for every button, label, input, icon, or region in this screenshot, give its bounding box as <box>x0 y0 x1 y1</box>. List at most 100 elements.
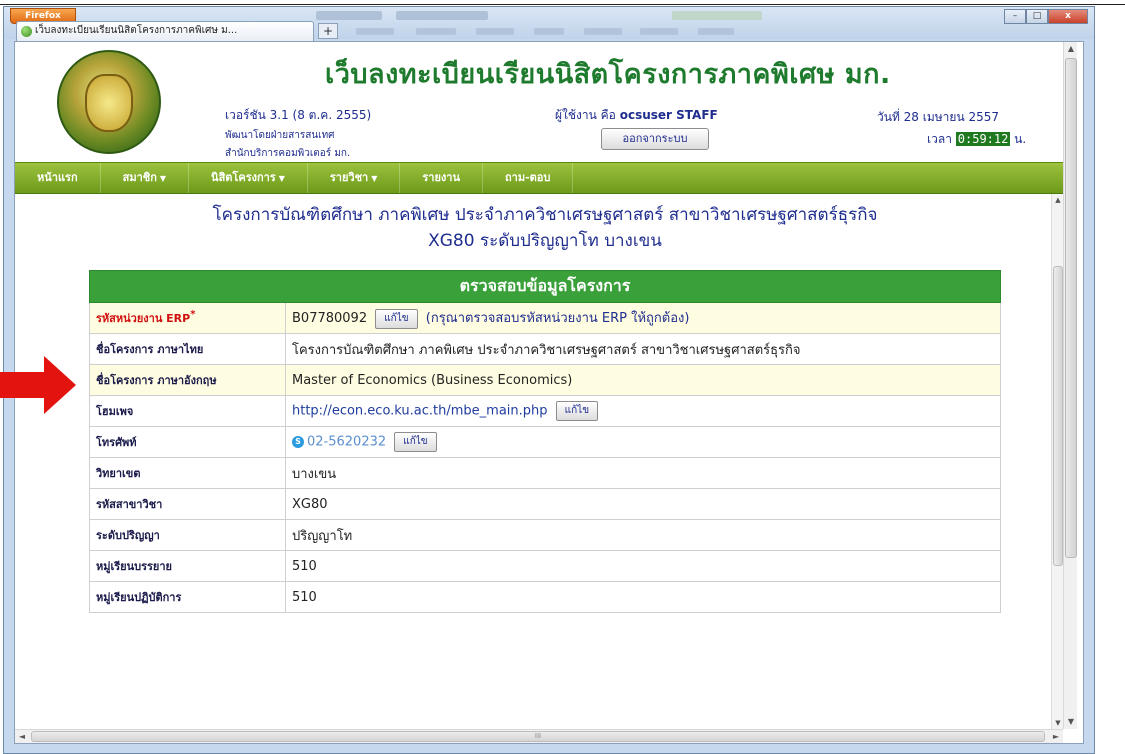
minimize-button[interactable]: – <box>1004 9 1026 24</box>
major-code-value: XG80 <box>292 496 328 512</box>
blurred-menu <box>640 28 678 35</box>
table-row-campus: วิทยาเขต บางเขน <box>89 457 1001 489</box>
table-row-lecture-section: หมู่เรียนบรรยาย 510 <box>89 550 1001 582</box>
blurred-title <box>672 11 762 20</box>
row-label: ชื่อโครงการ ภาษาอังกฤษ <box>89 364 286 396</box>
browser-tab[interactable]: เว็บลงทะเบียนเรียนนิสิตโครงการภาคพิเศษ ม… <box>16 21 314 41</box>
row-value: 510 <box>285 581 1001 613</box>
table-row-erp: รหัสหน่วยงาน ERP* B07780092 แก้ไข (กรุณา… <box>89 302 1001 334</box>
scroll-down-arrow-icon[interactable]: ▼ <box>1064 715 1078 729</box>
skype-icon[interactable]: S <box>292 436 304 448</box>
project-title-line1: โครงการบัณฑิตศึกษา ภาคพิเศษ ประจำภาควิชา… <box>212 205 878 225</box>
current-date: วันที่ 28 เมษายน 2557 <box>877 110 999 124</box>
row-label: รหัสสาขาวิชา <box>89 488 286 520</box>
screenshot-stage: Firefox – □ x เว็บลงทะเบียนเรียนนิสิตโคร… <box>0 0 1125 754</box>
row-value: ปริญญาโท <box>285 519 1001 551</box>
project-info-table: ตรวจสอบข้อมูลโครงการ รหัสหน่วยงาน ERP* B… <box>89 270 1001 613</box>
table-row-major-code: รหัสสาขาวิชา XG80 <box>89 488 1001 520</box>
row-label: วิทยาเขต <box>89 457 286 489</box>
scroll-thumb[interactable] <box>1053 266 1063 566</box>
browser-window: Firefox – □ x เว็บลงทะเบียนเรียนนิสิตโคร… <box>3 6 1095 754</box>
scroll-right-arrow-icon[interactable]: ► <box>1049 730 1063 743</box>
row-label: โฮมเพจ <box>89 395 286 427</box>
erp-hint: (กรุณาตรวจสอบรหัสหน่วยงาน ERP ให้ถูกต้อง… <box>425 311 690 327</box>
menu-project-students[interactable]: นิสิตโครงการ ▼ <box>189 163 308 193</box>
table-row-name-en: ชื่อโครงการ ภาษาอังกฤษ Master of Economi… <box>89 364 1001 396</box>
menu-label: นิสิตโครงการ <box>211 171 276 184</box>
menu-courses[interactable]: รายวิชา ▼ <box>308 163 401 193</box>
project-title: โครงการบัณฑิตศึกษา ภาคพิเศษ ประจำภาควิชา… <box>15 202 1075 254</box>
table-header-row: ตรวจสอบข้อมูลโครงการ <box>89 270 1001 303</box>
erp-label: รหัสหน่วยงาน ERP* <box>89 302 286 334</box>
new-tab-button[interactable]: + <box>318 23 338 39</box>
maximize-button[interactable]: □ <box>1026 9 1048 24</box>
user-prefix: ผู้ใช้งาน คือ <box>555 108 616 122</box>
current-time-line: เวลา 0:59:12 น. <box>927 130 1026 149</box>
table-row-degree: ระดับปริญญา ปริญญาโท <box>89 519 1001 551</box>
row-value: 510 <box>285 550 1001 582</box>
developer-text: พัฒนาโดยฝ่ายสารสนเทศ <box>225 130 335 141</box>
project-name-en: Master of Economics (Business Economics) <box>292 372 573 388</box>
blurred-menu <box>356 28 394 35</box>
degree-value: ปริญญาโท <box>292 528 353 544</box>
main-menu: หน้าแรก สมาชิก ▼ นิสิตโครงการ ▼ รายวิชา ▼ ร… <box>15 162 1075 194</box>
blurred-menu <box>476 28 514 35</box>
menu-label: ถาม-ตอบ <box>505 171 551 184</box>
scroll-grip-icon: III <box>534 732 542 740</box>
row-value: โครงการบัณฑิตศึกษา ภาคพิเศษ ประจำภาควิชา… <box>285 333 1001 365</box>
page-vertical-scrollbar[interactable]: ▲ ▼ <box>1063 42 1077 729</box>
menu-faq[interactable]: ถาม-ตอบ <box>483 163 574 193</box>
logout-button[interactable]: ออกจากระบบ <box>601 128 709 150</box>
menu-label: รายงาน <box>422 171 460 184</box>
blurred-menu <box>584 28 622 35</box>
scroll-left-arrow-icon[interactable]: ◄ <box>15 730 29 743</box>
menu-members[interactable]: สมาชิก ▼ <box>101 163 190 193</box>
menu-reports[interactable]: รายงาน <box>400 163 483 193</box>
title-bar: Firefox – □ x เว็บลงทะเบียนเรียนนิสิตโคร… <box>4 7 1094 41</box>
edit-homepage-button[interactable]: แก้ไข <box>555 401 599 421</box>
scroll-up-arrow-icon[interactable]: ▲ <box>1064 42 1078 56</box>
menu-home[interactable]: หน้าแรก <box>15 163 101 193</box>
table-row-homepage: โฮมเพจ http://econ.eco.ku.ac.th/mbe_main… <box>89 395 1001 427</box>
chevron-down-icon: ▼ <box>371 174 378 183</box>
blurred-menu <box>698 28 734 35</box>
page-header: เว็บลงทะเบียนเรียนนิสิตโครงการภาคพิเศษ ม… <box>15 42 1075 160</box>
edit-phone-button[interactable]: แก้ไข <box>394 432 437 452</box>
blurred-title <box>316 11 382 20</box>
table-row-phone: โทรศัพท์ S 02-5620232 แก้ไข <box>89 426 1001 458</box>
time-prefix: เวลา <box>927 132 952 146</box>
university-logo <box>57 50 161 154</box>
row-value: http://econ.eco.ku.ac.th/mbe_main.php แก… <box>285 395 1001 427</box>
current-time: 0:59:12 <box>955 132 1011 146</box>
project-title-line2: XG80 ระดับปริญญาโท บางเขน <box>428 231 662 251</box>
version-text: เวอร์ชัน 3.1 (8 ต.ค. 2555) <box>225 108 372 122</box>
logo-emblem <box>85 74 133 132</box>
page-viewport: เว็บลงทะเบียนเรียนนิสิตโครงการภาคพิเศษ ม… <box>14 41 1084 744</box>
row-label: รหัสหน่วยงาน ERP <box>96 312 191 325</box>
homepage-link[interactable]: http://econ.eco.ku.ac.th/mbe_main.php <box>292 404 548 419</box>
row-label: โทรศัพท์ <box>89 426 286 458</box>
table-heading: ตรวจสอบข้อมูลโครงการ <box>89 270 1001 303</box>
row-value: บางเขน <box>285 457 1001 489</box>
time-suffix: น. <box>1014 132 1027 146</box>
scroll-thumb[interactable] <box>1065 58 1077 558</box>
horizontal-scrollbar[interactable]: ◄ III ► <box>15 729 1063 743</box>
row-value: S 02-5620232 แก้ไข <box>285 426 1001 458</box>
inner-vertical-scrollbar[interactable]: ▲ ▼ <box>1051 194 1063 729</box>
required-marker: * <box>190 309 196 320</box>
erp-value-cell: B07780092 แก้ไข (กรุณาตรวจสอบรหัสหน่วยงา… <box>285 302 1001 334</box>
campus-value: บางเขน <box>292 466 337 482</box>
menu-label: หน้าแรก <box>37 171 78 184</box>
close-button[interactable]: x <box>1048 9 1088 24</box>
window-controls: – □ x <box>1004 9 1088 24</box>
phone-number[interactable]: 02-5620232 <box>307 435 386 450</box>
chevron-down-icon: ▼ <box>278 174 285 183</box>
lab-section-value: 510 <box>292 589 317 605</box>
row-label: หมู่เรียนบรรยาย <box>89 550 286 582</box>
scroll-thumb[interactable]: III <box>31 731 1045 742</box>
lecture-section-value: 510 <box>292 558 317 574</box>
edit-erp-button[interactable]: แก้ไข <box>375 308 418 329</box>
chevron-down-icon: ▼ <box>159 174 167 183</box>
top-border-line <box>0 4 1125 5</box>
user-info: ผู้ใช้งาน คือ ocsuser STAFF <box>555 106 718 125</box>
